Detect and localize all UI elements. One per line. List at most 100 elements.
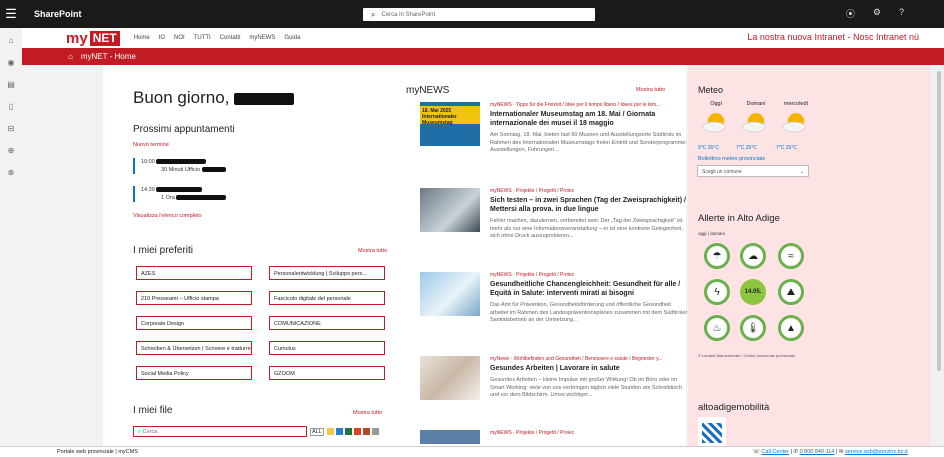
scrollbar-thumb[interactable] <box>937 71 941 371</box>
sharepoint-search[interactable]: ⌕ Cerca in SharePoint <box>363 8 595 21</box>
favorite-link[interactable]: Schreiben & Übersetzen | Scrivere e trad… <box>136 341 252 355</box>
files-search-row: ⌕ Cerca ALL <box>133 426 379 437</box>
suite-title[interactable]: SharePoint <box>34 9 82 19</box>
greeting: Buon giorno, <box>133 88 295 108</box>
weather-temp: 7°C 25°C <box>736 145 757 151</box>
favorite-link[interactable]: Fascicolo digitale del personale <box>269 291 385 305</box>
news-headline[interactable]: Gesundes Arbeiten | Lavorare in salute <box>490 364 690 373</box>
forest-fire-icon[interactable]: ▲ <box>778 315 804 341</box>
page-canvas: Buon giorno, Prossimi appuntamenti Nuovo… <box>22 65 944 446</box>
nav-mynews[interactable]: myNEWS <box>249 35 275 41</box>
files-show-all[interactable]: Mostra tutto <box>353 410 382 416</box>
home-icon[interactable]: ⌂ <box>0 36 22 50</box>
news-category[interactable]: myNews · Wohlbefinden und Gesundheit / B… <box>490 356 662 362</box>
news-thumbnail <box>420 430 480 444</box>
home-icon[interactable]: ⌂ <box>68 52 73 61</box>
favorite-link[interactable]: Cumulus <box>269 341 385 355</box>
news-category[interactable]: myNEWS · Projekte / Progetti / Proiec <box>490 430 574 436</box>
phone-link[interactable]: 0 800 840 114 <box>800 449 835 455</box>
world-icon[interactable]: ⊗ <box>0 168 22 182</box>
redacted-text <box>156 187 203 193</box>
new-appointment-link[interactable]: Nuovo termine <box>133 142 169 148</box>
temperature-icon[interactable]: 🌡 <box>740 315 766 341</box>
avalanche-icon[interactable]: ⛰ <box>778 279 804 305</box>
appointment-item[interactable]: 10:00 30 Minuti Ufficio <box>133 158 259 174</box>
favorite-link[interactable]: Social Media Policy <box>136 366 252 380</box>
wind-icon[interactable]: ≈ <box>778 243 804 269</box>
site-navbar: my NET Home IO NOI TUTTI Contatti myNEWS … <box>22 28 944 48</box>
redacted-text <box>201 167 226 173</box>
storm-icon[interactable]: ☁ <box>740 243 766 269</box>
phone-icon: ✆ <box>793 449 799 455</box>
favorite-link[interactable]: Corporate Design <box>136 316 252 330</box>
add-icon[interactable]: ⊕ <box>0 146 22 160</box>
favorite-link[interactable]: Personalentwicklung | Sviluppo pers... <box>269 266 385 280</box>
nav-home[interactable]: Home <box>134 35 150 41</box>
news-headline[interactable]: Sich testen – in zwei Sprachen (Tag der … <box>490 196 690 214</box>
footer: Portale web provinciale | myCMS ☏ Call C… <box>0 446 944 457</box>
fire-icon[interactable]: ♨ <box>704 315 730 341</box>
municipality-select[interactable]: Scegli un comune ⌄ <box>697 165 809 177</box>
appointment-item[interactable]: 14:30 1 Ora <box>133 186 259 202</box>
news-headline[interactable]: Gesundheitliche Chancengleichheit: Gesun… <box>490 280 690 298</box>
app-launcher-icon[interactable]: ☰ <box>0 0 22 28</box>
suite-bar: ☰ SharePoint ⌕ Cerca in SharePoint ⦿ ⚙ ? <box>0 0 944 28</box>
powerpoint-icon[interactable] <box>353 428 361 435</box>
settings-icon[interactable]: ⚙ <box>873 7 881 20</box>
favorite-link[interactable]: GZOOM <box>269 366 385 380</box>
word-icon[interactable] <box>335 428 343 435</box>
callcenter-link[interactable]: Call Center <box>761 449 789 455</box>
calendar-link[interactable]: Visualizza l'elenco completo <box>133 213 202 219</box>
nav-contatti[interactable]: Contatti <box>220 35 241 41</box>
news-category[interactable]: myNEWS · Tipps für die Freizeit / Idee p… <box>490 102 660 108</box>
callcenter-icon: ☏ <box>753 449 760 455</box>
redacted-text <box>176 195 227 201</box>
nav-guida[interactable]: Guida <box>284 35 300 41</box>
pdf-icon[interactable] <box>362 428 370 435</box>
alert-date-badge[interactable]: 14.05. <box>740 279 766 305</box>
page-scrollbar[interactable] <box>934 65 944 446</box>
meteo-title: Meteo <box>698 85 724 95</box>
favorites-title: I miei preferiti <box>133 245 194 256</box>
rain-icon[interactable]: ☂ <box>704 243 730 269</box>
pattern-icon <box>702 423 722 443</box>
greeting-text: Buon giorno, <box>133 88 230 107</box>
news-headline[interactable]: Internationaler Museumstag am 18. Mai / … <box>490 110 690 128</box>
excel-icon[interactable] <box>344 428 352 435</box>
nav-tutti[interactable]: TUTTI <box>194 35 211 41</box>
news-category[interactable]: myNEWS · Projekte / Progetti / Proiec <box>490 188 574 194</box>
personal-column: Buon giorno, Prossimi appuntamenti Nuovo… <box>103 65 406 446</box>
favorite-link[interactable]: 210 Presseamt – Ufficio stampa <box>136 291 252 305</box>
thunder-icon[interactable]: ϟ <box>704 279 730 305</box>
nav-noi[interactable]: NOI <box>174 35 185 41</box>
news-category[interactable]: myNEWS · Projekte / Progetti / Proiec <box>490 272 574 278</box>
nav-io[interactable]: IO <box>159 35 165 41</box>
files-filter-select[interactable]: ALL <box>310 427 324 436</box>
files-search-placeholder: Cerca <box>142 429 158 435</box>
favorites-show-all[interactable]: Mostra tutto <box>358 248 387 254</box>
database-icon[interactable]: ⊟ <box>0 124 22 138</box>
alerts-subtitle[interactable]: oggi | domani <box>698 231 725 236</box>
footer-left-links[interactable]: Portale web provinciale | myCMS <box>57 449 138 455</box>
partly-sunny-icon <box>742 113 766 133</box>
favorite-link[interactable]: AZES <box>136 266 252 280</box>
image-icon[interactable] <box>371 428 379 435</box>
favorite-link[interactable]: COMUNICAZIONE <box>269 316 385 330</box>
news-show-all[interactable]: Mostra tutto <box>636 87 665 93</box>
files-search-input[interactable]: ⌕ Cerca <box>133 426 307 437</box>
search-icon: ⌕ <box>371 9 376 19</box>
forecast-link[interactable]: Bollettino meteo provinciale <box>698 156 765 162</box>
files-title: I miei file <box>133 405 173 416</box>
weather-day: Oggi <box>710 101 722 107</box>
document-icon[interactable]: ▯ <box>0 102 22 116</box>
weather-day: mercoledì <box>783 101 809 107</box>
email-link[interactable]: service.asb@provinz.bz.it <box>845 449 908 455</box>
folder-icon[interactable] <box>326 428 334 435</box>
thumbnail-caption: 18. Mai 2025 Internationaler Museumstag <box>420 106 480 126</box>
help-icon[interactable]: ? <box>899 7 904 20</box>
mobility-logo-icon[interactable] <box>698 417 726 446</box>
news-icon[interactable]: ▤ <box>0 80 22 94</box>
mynet-logo[interactable]: my NET <box>66 30 120 47</box>
globe-icon[interactable]: ◉ <box>0 58 22 72</box>
chat-icon[interactable]: ⦿ <box>846 7 855 20</box>
